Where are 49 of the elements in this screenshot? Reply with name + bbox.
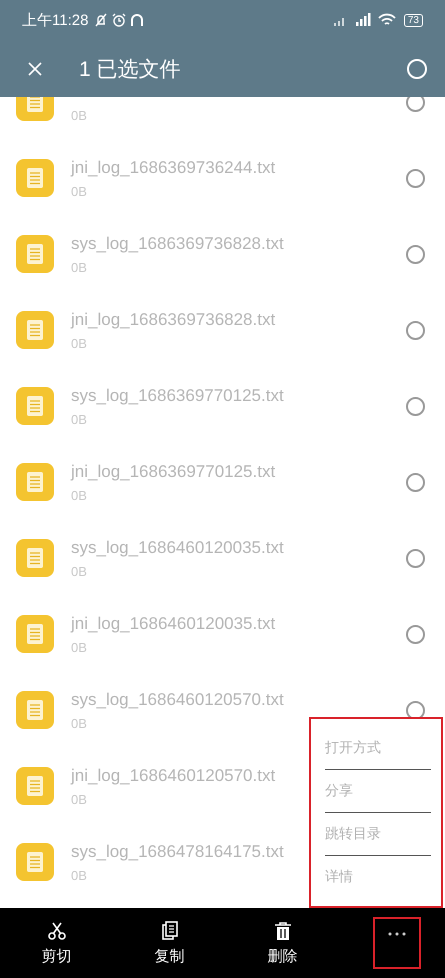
select-radio[interactable]	[406, 244, 425, 264]
document-icon	[16, 235, 54, 273]
select-radio[interactable]	[406, 548, 425, 568]
select-radio[interactable]	[406, 320, 425, 340]
document-icon	[16, 615, 54, 653]
document-icon	[16, 767, 54, 805]
menu-item[interactable]: 跳转目录	[325, 813, 431, 855]
select-radio[interactable]	[406, 396, 425, 416]
battery-indicator: 73	[404, 14, 423, 26]
file-name: jni_log_1686369736244.txt	[71, 158, 276, 178]
select-radio[interactable]	[406, 624, 425, 644]
more-icon	[387, 931, 407, 937]
file-name: sys_log_1686478164175.txt	[71, 842, 284, 862]
file-name: sys_log_1686460120570.txt	[71, 690, 284, 710]
mute-bell-icon	[94, 13, 108, 27]
select-radio[interactable]	[406, 472, 425, 492]
status-time: 上午11:28	[22, 10, 88, 30]
document-icon	[16, 843, 54, 881]
copy-icon	[160, 920, 180, 940]
document-icon	[16, 691, 54, 729]
select-radio[interactable]	[406, 168, 425, 188]
select-radio[interactable]	[406, 97, 425, 112]
file-name: sys_log_1686369770125.txt	[71, 386, 284, 406]
file-name: jni_log_1686369736828.txt	[71, 310, 276, 330]
file-name: jni_log_1686369770125.txt	[71, 462, 276, 482]
scissors-icon	[46, 920, 66, 940]
document-icon	[16, 539, 54, 577]
file-name: sys_log_1686369736828.txt	[71, 234, 284, 254]
select-all-radio[interactable]	[407, 58, 427, 78]
file-name: jni_log_1686460120035.txt	[71, 614, 276, 634]
menu-item[interactable]: 详情	[325, 856, 431, 898]
alarm-icon	[112, 13, 126, 27]
toolbar-button[interactable]: 复制	[113, 920, 226, 966]
trash-icon	[272, 920, 292, 940]
close-icon[interactable]	[27, 60, 43, 76]
document-icon	[16, 463, 54, 501]
toolbar-button[interactable]	[373, 917, 421, 969]
document-icon	[16, 311, 54, 349]
document-icon	[16, 387, 54, 425]
selection-title: 1 已选文件	[79, 56, 181, 82]
menu-item[interactable]: 打开方式	[325, 727, 431, 769]
wifi-icon	[378, 13, 396, 27]
menu-item[interactable]: 分享	[325, 770, 431, 812]
file-name: jni_log_1686460120570.txt	[71, 766, 276, 786]
document-icon	[16, 159, 54, 197]
file-name: sys_log_1686460120035.txt	[71, 538, 284, 558]
headphones-icon	[130, 13, 144, 27]
toolbar-button[interactable]: 删除	[226, 920, 339, 966]
toolbar-button[interactable]: 剪切	[0, 920, 113, 966]
